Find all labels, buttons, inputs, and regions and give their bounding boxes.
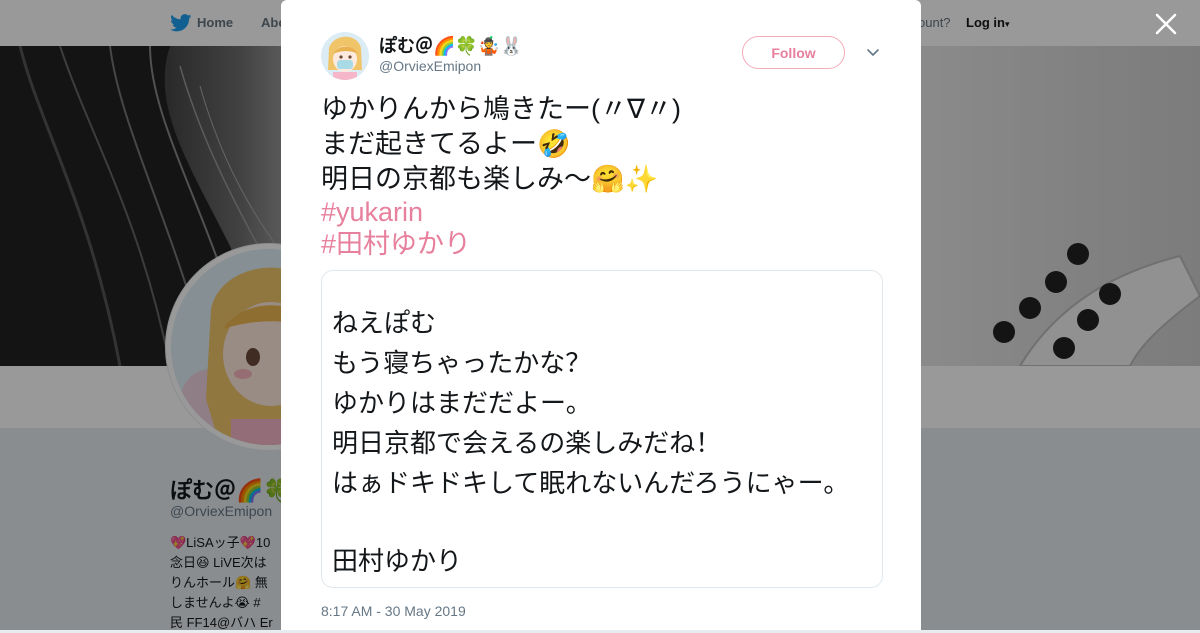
card-line: はぁドキドキして眠れないんだろうにゃー。 [332,468,850,498]
close-icon[interactable] [1152,10,1180,38]
tweet-line: ゆかりんから鳩きたー(〃∇〃) [321,94,682,124]
tweet-text: ゆかりんから鳩きたー(〃∇〃) まだ起きてるよー🤣 明日の京都も楽しみ～🤗✨ [321,92,681,197]
tweet-author-avatar[interactable] [321,32,369,80]
avatar-image [321,32,369,80]
card-line: もう寝ちゃったかな？ [332,348,592,378]
card-line: ねえぽむ [332,308,437,338]
card-line: ゆかりはまだだよー。 [332,388,592,418]
card-line: 明日京都で会えるの楽しみだね！ [332,428,722,458]
hashtag-link[interactable]: #田村ゆかり [321,228,471,260]
follow-button[interactable]: Follow [742,36,845,69]
tweet-line: 明日の京都も楽しみ～🤗✨ [321,164,659,194]
tweet-author-handle[interactable]: @OrviexEmipon [379,58,481,74]
tweet-timestamp[interactable]: 8:17 AM - 30 May 2019 [321,603,466,619]
hashtag-link[interactable]: #yukarin [321,196,471,228]
tweet-hashtags: #yukarin #田村ゆかり [321,196,471,260]
chevron-down-icon[interactable] [866,48,880,58]
tweet-line: まだ起きてるよー🤣 [321,129,571,159]
tweet-modal: ぽむ＠🌈🍀🤹🐰 @OrviexEmipon Follow ゆかりんから鳩きたー(… [281,0,921,630]
tweet-image-card[interactable]: ねえぽむ もう寝ちゃったかな？ ゆかりはまだだよー。 明日京都で会えるの楽しみだ… [321,270,883,588]
card-signature: 田村ゆかり [332,546,463,576]
tweet-author-name[interactable]: ぽむ＠🌈🍀🤹🐰 [379,32,523,58]
